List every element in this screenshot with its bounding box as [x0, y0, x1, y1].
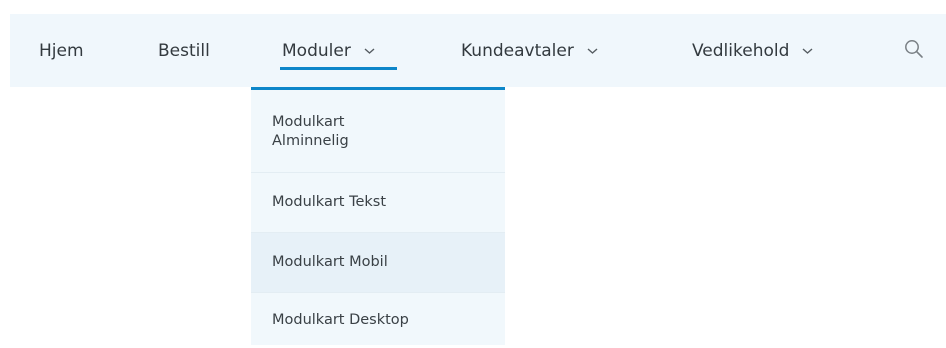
nav-item-label: Hjem	[39, 40, 84, 61]
dropdown-item-modulkart-desktop[interactable]: Modulkart Desktop	[251, 293, 505, 348]
dropdown-item-label: Modulkart Mobil	[272, 254, 388, 270]
moduler-dropdown-menu: Modulkart Alminnelig Modulkart Tekst Mod…	[251, 87, 505, 345]
dropdown-item-modulkart-mobil[interactable]: Modulkart Mobil	[251, 233, 505, 293]
nav-item-label: Moduler	[282, 40, 351, 61]
chevron-down-icon	[363, 46, 376, 56]
nav-item-moduler[interactable]: Moduler	[282, 14, 376, 87]
main-navbar: Hjem Bestill Moduler Kundeavtaler Vedlik…	[10, 14, 946, 87]
nav-item-bestill[interactable]: Bestill	[158, 14, 210, 87]
nav-item-label: Vedlikehold	[692, 40, 790, 61]
nav-item-hjem[interactable]: Hjem	[39, 14, 84, 87]
dropdown-item-label: Modulkart Tekst	[272, 194, 387, 210]
dropdown-item-modulkart-tekst[interactable]: Modulkart Tekst	[251, 173, 505, 233]
dropdown-item-modulkart-alminnelig[interactable]: Modulkart Alminnelig	[251, 90, 505, 173]
nav-item-label: Bestill	[158, 40, 210, 61]
dropdown-item-label: Modulkart Alminnelig	[272, 114, 349, 149]
chevron-down-icon	[801, 46, 814, 56]
dropdown-item-label: Modulkart Desktop	[272, 312, 409, 328]
nav-item-kundeavtaler[interactable]: Kundeavtaler	[461, 14, 599, 87]
search-icon[interactable]	[903, 38, 925, 60]
chevron-down-icon	[586, 46, 599, 56]
nav-item-vedlikehold[interactable]: Vedlikehold	[692, 14, 814, 87]
active-tab-indicator	[280, 67, 397, 70]
nav-item-label: Kundeavtaler	[461, 40, 574, 61]
